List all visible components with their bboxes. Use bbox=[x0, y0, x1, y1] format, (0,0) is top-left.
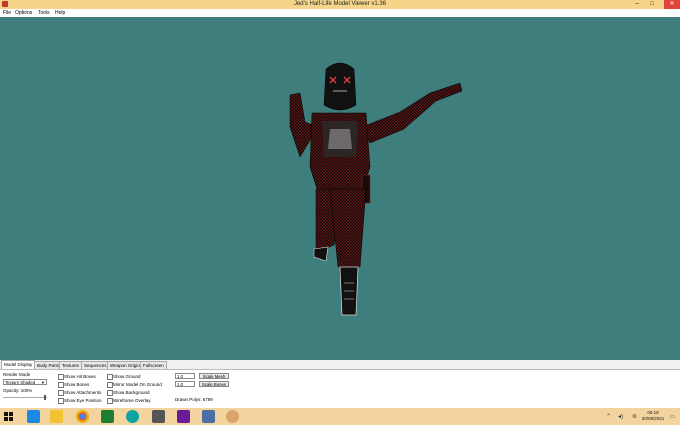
minimize-button[interactable]: – bbox=[631, 0, 643, 9]
model-viewer-taskbar-icon[interactable] bbox=[226, 410, 239, 423]
tab-fullscreen[interactable]: Fullscreen bbox=[140, 361, 167, 369]
media-app-icon[interactable] bbox=[152, 410, 165, 423]
show-ground-label: Show Ground bbox=[113, 374, 141, 379]
close-button[interactable]: ✕ bbox=[664, 0, 680, 9]
tab-body-parts[interactable]: Body Parts bbox=[34, 361, 63, 369]
tab-textures[interactable]: Textures bbox=[59, 361, 83, 369]
chrome-icon[interactable] bbox=[76, 410, 89, 423]
system-clock[interactable]: 00:19 20/08/2021 bbox=[638, 410, 668, 422]
drawn-polys-readout: Drawn Polys: 6799 bbox=[175, 397, 213, 402]
show-eye-position-label: Show Eye Position bbox=[64, 398, 102, 403]
render-mode-select[interactable]: Texture Shaded ▼ bbox=[3, 379, 47, 385]
show-attachments-label: Show Attachments bbox=[64, 390, 102, 395]
mirror-model-label: Mirror Model On Ground bbox=[113, 382, 162, 387]
menu-help[interactable]: Help bbox=[55, 10, 65, 16]
menu-options[interactable]: Options bbox=[15, 10, 32, 16]
chevron-up-icon[interactable]: ⌃ bbox=[606, 413, 611, 420]
render-mode-value: Texture Shaded bbox=[5, 380, 36, 385]
tab-model-display[interactable]: Model Display bbox=[1, 360, 36, 369]
windows-start-icon[interactable] bbox=[4, 412, 13, 421]
menu-file[interactable]: File bbox=[3, 10, 11, 16]
tab-strip: Model Display Body Parts Textures Sequen… bbox=[0, 360, 680, 369]
show-bones-label: Show Bones bbox=[64, 382, 90, 387]
show-background-label: Show Background bbox=[113, 390, 150, 395]
bone-scale-input[interactable]: 1.0 bbox=[175, 381, 195, 387]
edge-icon[interactable] bbox=[27, 410, 40, 423]
model-display-panel: Render Mode Texture Shaded ▼ Opacity: 10… bbox=[0, 369, 680, 409]
tab-weapon-origin[interactable]: Weapon Origin bbox=[107, 361, 143, 369]
character-model bbox=[289, 62, 463, 316]
opacity-slider-thumb[interactable] bbox=[44, 395, 46, 400]
maximize-button[interactable]: □ bbox=[646, 0, 658, 9]
opacity-slider[interactable] bbox=[3, 397, 47, 398]
mesh-scale-input[interactable]: 1.0 bbox=[175, 373, 195, 379]
wireframe-overlay-label: Wireframe Overlay bbox=[113, 398, 151, 403]
network-app-icon[interactable] bbox=[202, 410, 215, 423]
opacity-label: Opacity: 100% bbox=[3, 388, 33, 393]
gear-icon[interactable] bbox=[177, 410, 190, 423]
file-explorer-icon[interactable] bbox=[50, 410, 63, 423]
window-title: Jed's Half-Life Model Viewer v1.36 bbox=[293, 1, 387, 7]
wifi-icon[interactable]: ≋ bbox=[632, 413, 637, 420]
tab-sequences[interactable]: Sequences bbox=[81, 361, 110, 369]
render-mode-label: Render Mode bbox=[3, 372, 31, 377]
chevron-down-icon: ▼ bbox=[41, 380, 45, 385]
edge-beta-icon[interactable] bbox=[126, 410, 139, 423]
notification-icon[interactable]: ▭ bbox=[670, 414, 675, 420]
model-viewport[interactable] bbox=[0, 17, 680, 360]
excel-icon[interactable] bbox=[101, 410, 114, 423]
show-hit-boxes-label: Show Hit Boxes bbox=[64, 374, 96, 379]
title-bar: Jed's Half-Life Model Viewer v1.36 – □ ✕ bbox=[0, 0, 680, 9]
scale-bones-button[interactable]: Scale Bones bbox=[199, 381, 229, 387]
clock-date: 20/08/2021 bbox=[641, 416, 665, 421]
scale-mesh-button[interactable]: Scale Mesh bbox=[199, 373, 229, 379]
volume-icon[interactable]: ◂) bbox=[618, 413, 623, 420]
taskbar: ⌃ ◂) ≋ 00:19 20/08/2021 ▭ bbox=[0, 408, 680, 425]
menu-tools[interactable]: Tools bbox=[38, 10, 50, 16]
